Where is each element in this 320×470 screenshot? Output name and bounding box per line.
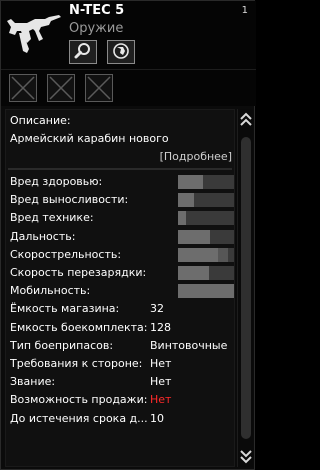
stat-value: Нет (150, 393, 172, 407)
item-details: Описание: Армейский карабин нового [Подр… (5, 109, 235, 467)
globe-button[interactable] (107, 40, 135, 64)
stat-value: Нет (150, 375, 172, 389)
stat-row: Звание: Нет (6, 374, 234, 390)
item-name: N-TEC 5 (69, 3, 125, 18)
empty-slot-icon[interactable] (9, 74, 37, 102)
stat-bar-fill (178, 211, 186, 226)
item-header: N-TEC 5 1 Оружие (1, 1, 256, 69)
stat-label: Вред технике: (10, 211, 94, 225)
scrollbar[interactable] (237, 109, 253, 467)
inspect-button[interactable] (69, 40, 97, 64)
stat-label: Емкость боекомплекта: (10, 320, 148, 334)
stat-row: Вред технике: (6, 210, 234, 226)
stat-row: Скорость перезарядки: (6, 265, 234, 281)
stat-row: Тип боеприпасов: Винтовочные (6, 338, 234, 354)
item-count: 1 (241, 5, 248, 16)
stat-value: 32 (150, 302, 164, 316)
empty-slot-icon[interactable] (85, 74, 113, 102)
stat-label: До истечения срока д... (10, 411, 148, 425)
stat-row: Дальность: (6, 229, 234, 245)
module-slots (1, 69, 256, 106)
globe-icon (112, 42, 130, 63)
stat-bar-fill (178, 284, 234, 299)
stat-bar (178, 266, 234, 280)
stat-value: Нет (150, 357, 172, 370)
description-text: Армейский карабин нового (10, 132, 169, 145)
stat-row: До истечения срока д... 10 (6, 411, 234, 427)
stat-label: Скорострельность: (10, 247, 122, 261)
stat-value: 10 (150, 411, 164, 425)
stat-value: 128 (150, 320, 171, 334)
description-label: Описание: (10, 114, 71, 127)
stat-row: Емкость боекомплекта: 128 (6, 320, 234, 336)
stat-bar (178, 175, 234, 189)
assault-rifle-icon (5, 9, 63, 57)
stat-label: Звание: (10, 375, 56, 389)
stat-label: Ёмкость магазина: (10, 302, 120, 316)
scroll-up-icon[interactable] (238, 109, 254, 131)
stat-label: Вред выносливости: (10, 193, 129, 207)
stat-bar-fill (178, 266, 209, 280)
stat-bar (178, 229, 234, 244)
stat-row: Вред выносливости: (6, 192, 234, 208)
stat-label: Дальность: (10, 229, 76, 243)
more-link[interactable]: [Подробнее] (160, 150, 232, 163)
stat-row: Требования к стороне: Нет (6, 356, 234, 372)
stat-bar-bonus-fill (218, 247, 229, 262)
item-category: Оружие (69, 21, 124, 36)
stat-label: Вред здоровью: (10, 175, 103, 188)
stat-label: Тип боеприпасов: (10, 338, 114, 352)
stat-bar-fill (178, 175, 204, 189)
scrollbar-thumb[interactable] (241, 137, 251, 439)
stat-row: Ёмкость магазина: 32 (6, 301, 234, 317)
empty-slot-icon[interactable] (47, 74, 75, 102)
stat-bar-fill (178, 247, 219, 262)
stat-row: Возможность продажи: Нет (6, 392, 234, 408)
stat-label: Требования к стороне: (10, 357, 143, 370)
item-info-panel: N-TEC 5 1 Оружие Описание: Армейский кар… (0, 0, 256, 470)
stat-bar (178, 247, 234, 262)
stat-bar-fill (178, 229, 211, 244)
stat-bar (178, 211, 234, 226)
stat-label: Мобильность: (10, 284, 91, 298)
stat-row: Скорострельность: (6, 247, 234, 263)
stat-bar (178, 284, 234, 299)
stat-bar (178, 193, 234, 208)
divider (8, 168, 232, 170)
stat-row: Вред здоровью: (6, 174, 234, 190)
stat-label: Возможность продажи: (10, 393, 148, 407)
stat-label: Скорость перезарядки: (10, 266, 147, 279)
stat-row: Мобильность: (6, 283, 234, 299)
magnifier-icon (74, 42, 92, 63)
stat-value: Винтовочные (150, 338, 228, 352)
stat-bar-fill (178, 193, 194, 208)
scroll-down-icon[interactable] (238, 445, 254, 467)
